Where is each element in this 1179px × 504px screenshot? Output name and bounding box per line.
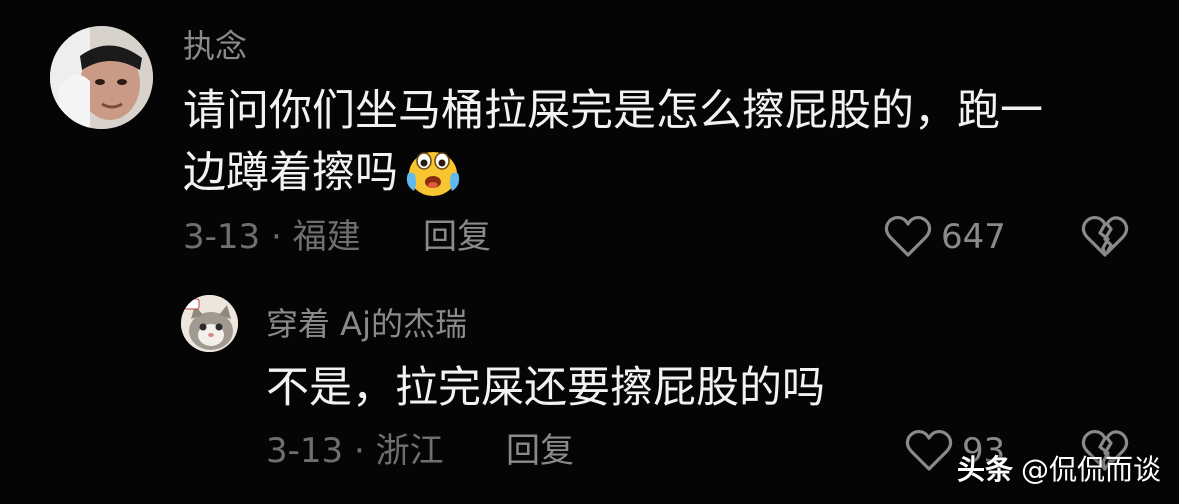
reply-button[interactable]: 回复 <box>423 220 491 254</box>
broken-heart-icon[interactable] <box>1081 215 1129 259</box>
watermark-brand: 头条 <box>956 453 1013 486</box>
reply-username[interactable]: 穿着 Aj的杰瑞 <box>266 308 467 340</box>
reply-date-location: 3-13 · 浙江 <box>266 431 444 471</box>
comment-text-line2-row: 边蹲着擦吗 <box>183 142 462 204</box>
comment-username[interactable]: 执念 <box>183 30 247 62</box>
crying-laughing-emoji-icon <box>404 147 462 197</box>
watermark-account: @侃侃而谈 <box>1020 453 1161 486</box>
comment-text-line1: 请问你们坐马桶拉屎完是怎么擦屁股的，跑一 <box>183 86 1043 136</box>
heart-outline-icon[interactable] <box>905 429 953 473</box>
comment-date-location: 3-13 · 福建 <box>183 217 361 257</box>
avatar[interactable] <box>50 26 153 129</box>
heart-outline-icon[interactable] <box>884 215 932 259</box>
like-count: 647 <box>941 217 1006 257</box>
reply-avatar[interactable] <box>181 295 238 352</box>
comment-text-line2: 边蹲着擦吗 <box>183 148 398 198</box>
watermark: 头条 @侃侃而谈 <box>957 448 1161 488</box>
reply-text: 不是，拉完屎还要擦屁股的吗 <box>266 363 825 413</box>
reply-reply-button[interactable]: 回复 <box>506 434 574 468</box>
